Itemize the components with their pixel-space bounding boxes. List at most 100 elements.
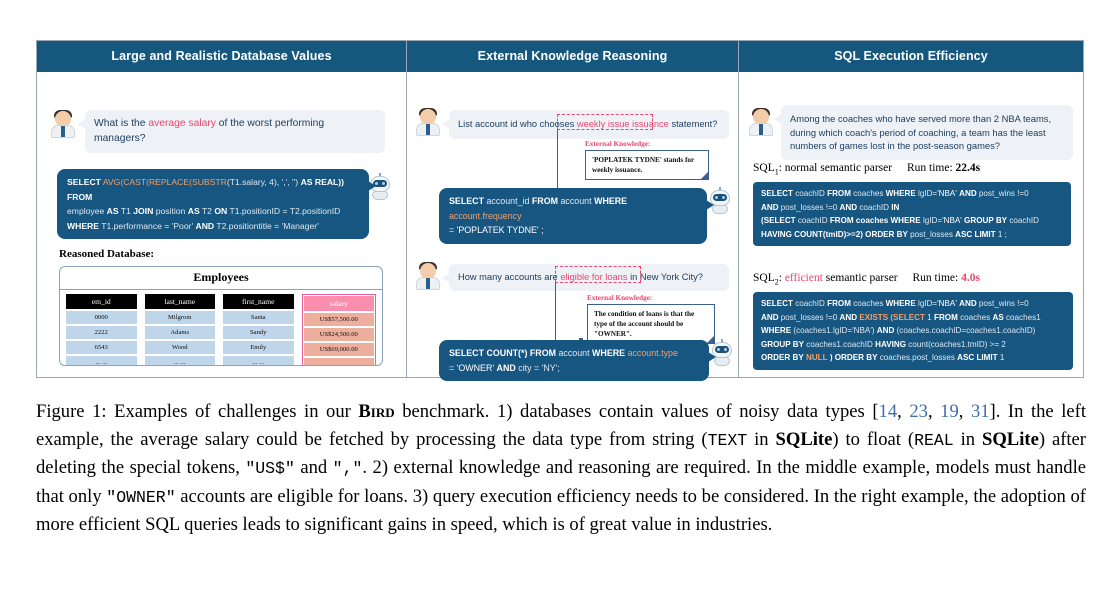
question-text-highlight: eligible for loans [560, 272, 628, 282]
sql2-highlight: efficient [784, 272, 823, 284]
table-cell: 6543 [66, 341, 137, 354]
sql-line: SELECT coachID FROM coaches WHERE lgID='… [761, 189, 1029, 198]
callout-connector-2 [555, 283, 582, 341]
caption-code-real: REAL [914, 430, 954, 450]
sql2-label: SQL2: efficient semantic parser Run time… [753, 272, 980, 286]
caption-code-comma: "," [332, 459, 363, 478]
table-column-salary: salary US$57,500.00 US$24,500.00 US$69,0… [301, 294, 376, 365]
caption-t10: accounts are eligible for loans. 3) quer… [36, 485, 1086, 536]
table-cell: ... ... [144, 356, 215, 365]
sql-line: = 'POPLATEK TYDNE' ; [449, 225, 544, 235]
caption-t5: ) to float ( [832, 428, 915, 450]
sql-bubble-middle-2: SELECT COUNT(*) FROM account WHERE accou… [439, 340, 716, 381]
user-question-bubble-1: List account id who chooses weekly issue… [442, 110, 729, 139]
table-cell: ... ... [223, 356, 294, 365]
user-avatar-icon [415, 108, 441, 136]
sql-line: WHERE T1.performance = 'Poor' AND T2.pos… [67, 220, 319, 231]
caption-code-owner: "OWNER" [106, 487, 176, 507]
question-text-post: in New York City? [627, 272, 703, 282]
caption-t4: in [747, 428, 776, 450]
panel-body-left: What is the average salary of the worst … [37, 72, 406, 377]
column-header: last_name [144, 294, 215, 309]
sql-line: GROUP BY coaches1.coachID HAVING count(c… [761, 339, 1006, 349]
user-avatar-icon [748, 108, 774, 136]
caption-citation[interactable]: 14 [879, 401, 898, 422]
question-text-post: statement? [668, 119, 718, 129]
reasoned-database-label: Reasoned Database: [59, 248, 155, 260]
caption-t2: benchmark. 1) databases contain values o… [394, 401, 879, 422]
external-knowledge-box: The condition of loans is that the type … [587, 304, 715, 344]
panel-body-right: Among the coaches who have served more t… [739, 72, 1083, 377]
question-text-pre: How many accounts are [458, 272, 561, 282]
sql-line: WHERE (coaches1.lgID='NBA') AND (coaches… [761, 326, 1036, 336]
sql-block-1: SELECT coachID FROM coaches WHERE lgID='… [753, 182, 1071, 247]
table-cell: ... ... [66, 356, 137, 365]
table-cell: Santa [223, 311, 294, 324]
column-header: first_name [223, 294, 294, 309]
caption-bird: Bird [358, 401, 395, 422]
sql-line: (SELECT coachID FROM coaches WHERE lgID=… [761, 216, 1040, 226]
sql-line: SELECT coachID FROM coaches WHERE lgID='… [761, 299, 1029, 308]
caption-sqlite-1: SQLite [775, 428, 833, 450]
column-header: em_id [66, 294, 137, 309]
question-text-highlight: weekly issue issuance [576, 119, 669, 129]
panel-header-middle: External Knowledge Reasoning [407, 41, 738, 72]
caption-cs2: , [927, 401, 941, 422]
caption-citation[interactable]: 19 [940, 401, 959, 422]
sql1-runtime-label: Run time: [906, 162, 953, 174]
caption-code-text: TEXT [707, 430, 748, 450]
user-avatar-icon-2 [415, 262, 441, 290]
user-avatar-icon [50, 110, 76, 138]
sql-line: AND post_losses !=0 AND EXISTS (SELECT 1… [761, 312, 1041, 322]
sql1-label: SQL1: normal semantic parser Run time: 2… [753, 162, 980, 176]
caption-citation[interactable]: 23 [909, 401, 928, 422]
callout-connector-1 [557, 130, 582, 193]
table-cell: Adams [144, 326, 215, 339]
sql1-name: SQL [753, 162, 775, 174]
external-knowledge-callout-1: External Knowledge: 'POPLATEK TYDNE' sta… [585, 140, 725, 180]
sql-bubble-middle-1: SELECT account_id FROM account WHERE acc… [439, 188, 714, 244]
question-text-pre: List account id who chooses [458, 119, 577, 129]
table-cell: Emily [223, 341, 294, 354]
figure-page: Large and Realistic Database Values What… [0, 0, 1119, 604]
user-question-bubble-2: How many accounts are eligible for loans… [442, 264, 729, 291]
table-title: Employees [60, 267, 382, 290]
external-knowledge-title: External Knowledge: [585, 140, 651, 148]
panel-header-right: SQL Execution Efficiency [739, 41, 1083, 72]
caption-code-us: "US$" [245, 459, 295, 478]
panel-body-middle: List account id who chooses weekly issue… [407, 72, 738, 381]
panel-header-left: Large and Realistic Database Values [37, 41, 406, 72]
sql1-runtime-value: 22.4s [955, 162, 981, 174]
sql-bubble-left: SELECT AVG(CAST(REPLACE(SUBSTR(T1.salary… [57, 169, 376, 239]
external-knowledge-box: 'POPLATEK TYDNE' stands for weekly issua… [585, 150, 709, 180]
table-cell: Milgrom [144, 311, 215, 324]
table-cell: 2222 [66, 326, 137, 339]
table-cell: US$24,500.00 [303, 328, 374, 341]
column-header: salary [303, 296, 374, 311]
sql2-rest: semantic parser [822, 272, 898, 284]
panel-sql-execution-efficiency: SQL Execution Efficiency Among the coach… [739, 41, 1083, 377]
question-text-pre: What is the [94, 118, 149, 129]
caption-t1: Figure 1: Examples of challenges in our [36, 401, 359, 422]
table-cell: US$57,500.00 [303, 313, 374, 326]
caption-t6: in [953, 428, 982, 450]
caption-cs1: , [897, 401, 910, 422]
sql2-runtime-value: 4.0s [961, 272, 980, 284]
caption-t8: and [294, 457, 333, 478]
sql-block-2: SELECT coachID FROM coaches WHERE lgID='… [753, 292, 1073, 370]
table-cell: Wood [144, 341, 215, 354]
table-cell: Sandy [223, 326, 294, 339]
sql-line: = 'OWNER' AND city = 'NY'; [449, 362, 560, 373]
sql-line: SELECT AVG(CAST(REPLACE(SUBSTR(T1.salary… [67, 177, 345, 202]
figure-caption: Figure 1: Examples of challenges in our … [36, 398, 1086, 539]
sql2-name: SQL [753, 272, 775, 284]
external-knowledge-title: External Knowledge: [587, 294, 653, 302]
sql-line: AND post_losses !=0 AND coachID IN [761, 202, 900, 212]
caption-citation[interactable]: 31 [971, 401, 990, 422]
sql-line: SELECT COUNT(*) FROM account WHERE accou… [449, 348, 678, 358]
question-text-highlight: average salary [148, 118, 216, 129]
sql2-runtime-label: Run time: [912, 272, 959, 284]
panel-large-realistic-database-values: Large and Realistic Database Values What… [37, 41, 407, 377]
user-question-bubble-right: Among the coaches who have served more t… [774, 105, 1073, 160]
table-column-first-name: first_name Santa Sandy Emily ... ... [223, 294, 294, 365]
